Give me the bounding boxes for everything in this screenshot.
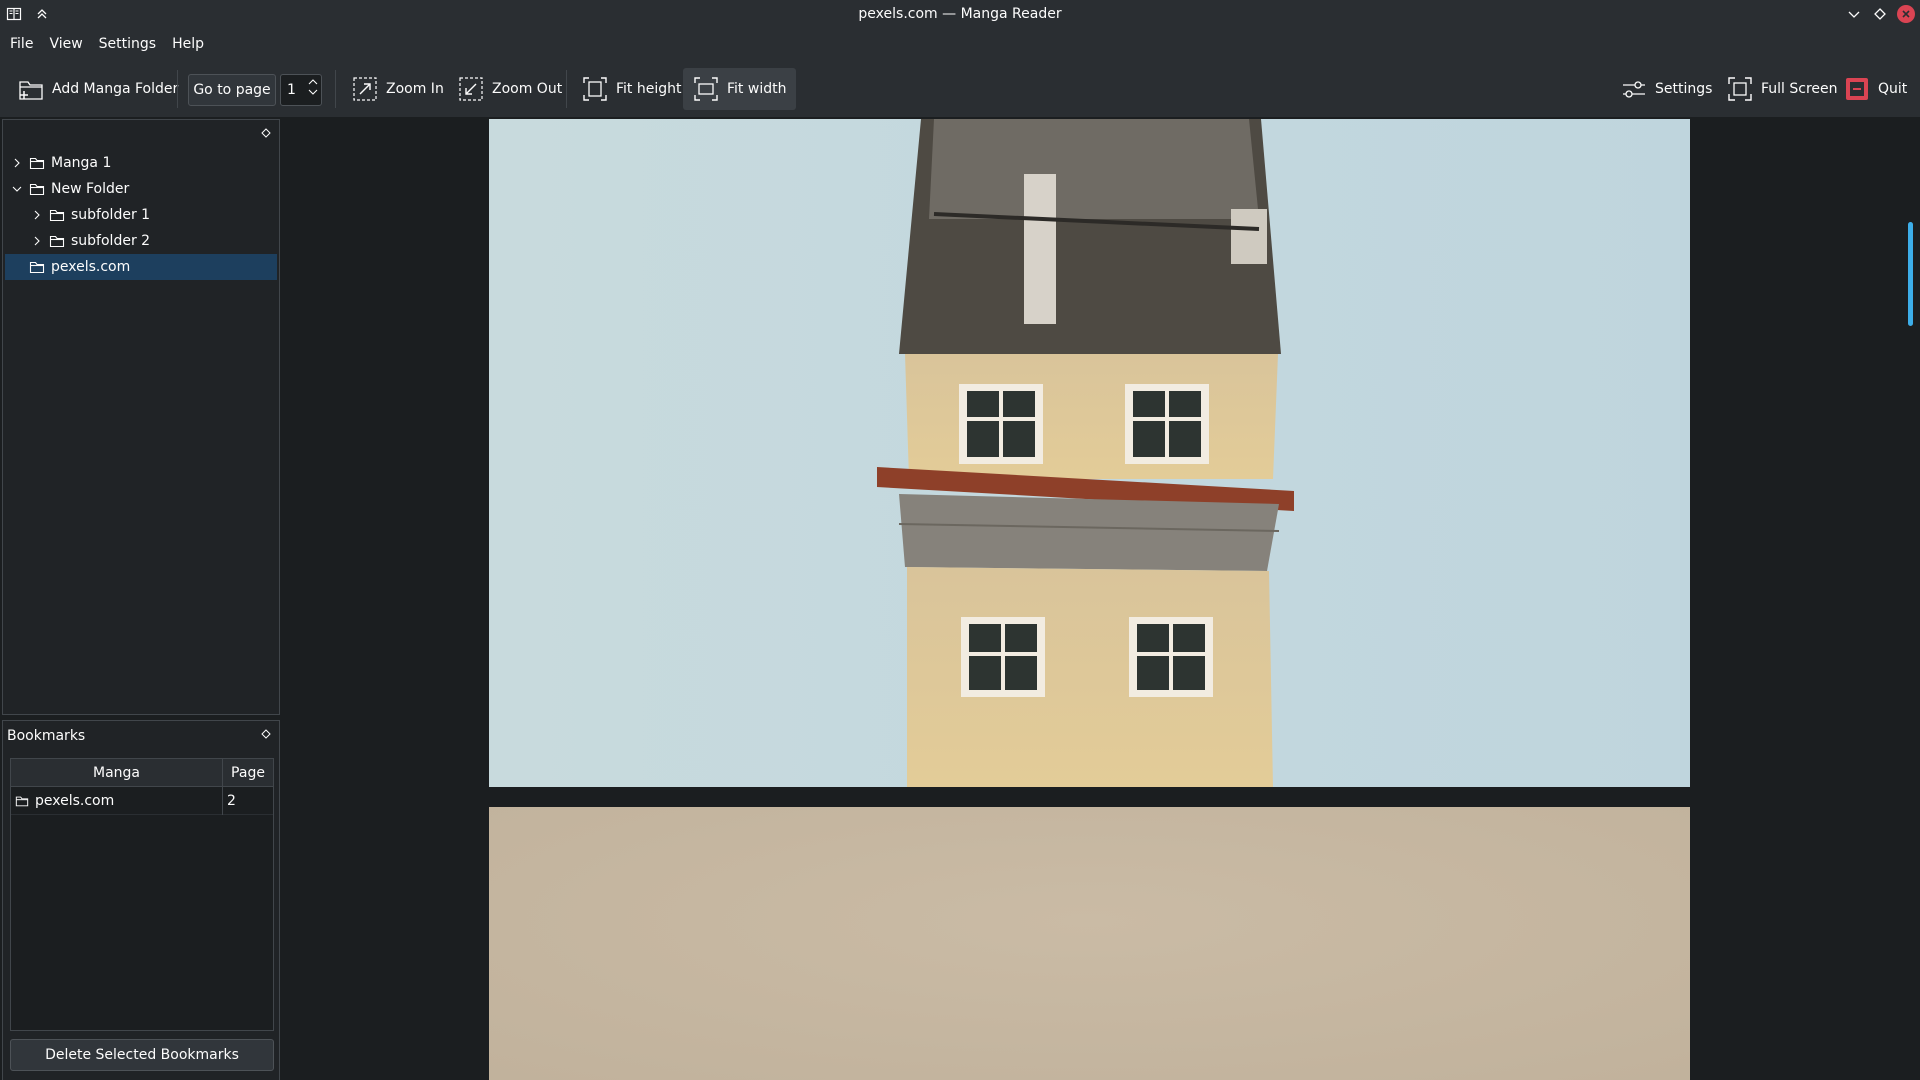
settings-button[interactable]: Settings xyxy=(1611,68,1722,110)
folder-icon xyxy=(29,155,45,171)
zoom-out-icon xyxy=(458,76,484,102)
tree-item-subfolder-1[interactable]: subfolder 1 xyxy=(5,202,277,228)
manga-page-viewer[interactable] xyxy=(283,119,1920,1080)
manga-page-image-2 xyxy=(489,807,1690,1080)
column-header-manga[interactable]: Manga xyxy=(11,759,223,786)
chevron-down-icon[interactable] xyxy=(9,181,25,197)
tree-item-label: subfolder 1 xyxy=(71,207,151,223)
fit-width-button[interactable]: Fit width xyxy=(683,68,797,110)
tree-item-subfolder-2[interactable]: subfolder 2 xyxy=(5,228,277,254)
chevron-right-icon[interactable] xyxy=(29,207,45,223)
bookmark-page-cell: 2 xyxy=(227,792,236,809)
fit-height-button[interactable]: Fit height xyxy=(572,68,692,110)
bookmark-manga-cell: pexels.com xyxy=(11,786,223,815)
toolbar-separator xyxy=(177,70,178,108)
menu-bar: File View Settings Help xyxy=(0,28,1920,60)
fit-height-label: Fit height xyxy=(616,81,682,97)
close-icon xyxy=(1897,5,1915,23)
tree-item-manga-1[interactable]: Manga 1 xyxy=(5,150,277,176)
close-button[interactable] xyxy=(1896,4,1916,24)
page-number-input[interactable] xyxy=(287,81,307,99)
fit-width-label: Fit width xyxy=(727,81,787,97)
folder-icon xyxy=(29,181,45,197)
add-manga-folder-button[interactable]: Add Manga Folder xyxy=(8,68,188,110)
add-folder-icon xyxy=(18,76,44,102)
vertical-scrollbar[interactable] xyxy=(1908,222,1913,326)
zoom-in-icon xyxy=(352,76,378,102)
folder-tree: Manga 1 New Folder subfolder 1 subfolder… xyxy=(5,150,277,280)
bookmarks-table: Manga Page pexels.com 2 xyxy=(10,758,274,1031)
tree-item-label: subfolder 2 xyxy=(71,233,151,249)
window-title: pexels.com — Manga Reader xyxy=(858,6,1062,22)
go-to-page-button[interactable]: Go to page xyxy=(188,74,276,106)
tree-item-label: pexels.com xyxy=(51,259,131,275)
folder-icon xyxy=(15,794,29,808)
page-spinbox[interactable] xyxy=(280,74,322,106)
zoom-in-label: Zoom In xyxy=(386,81,444,97)
folder-icon xyxy=(49,207,65,223)
column-header-page[interactable]: Page xyxy=(223,759,273,786)
tree-item-label: Manga 1 xyxy=(51,155,112,171)
bookmarks-table-header: Manga Page xyxy=(11,759,273,787)
full-screen-label: Full Screen xyxy=(1761,81,1838,97)
toolbar-separator xyxy=(566,70,567,108)
manga-page-image-1 xyxy=(489,119,1690,787)
quit-button[interactable]: Quit xyxy=(1834,68,1917,110)
folder-tree-panel: Manga 1 New Folder subfolder 1 subfolder… xyxy=(2,119,280,715)
settings-sliders-icon xyxy=(1621,76,1647,102)
toolbar-separator xyxy=(335,70,336,108)
maximize-diamond-icon[interactable] xyxy=(1870,4,1890,24)
tree-item-pexels-com[interactable]: pexels.com xyxy=(5,254,277,280)
float-panel-diamond-icon[interactable] xyxy=(261,128,271,138)
spin-up-icon[interactable] xyxy=(308,79,318,85)
zoom-in-button[interactable]: Zoom In xyxy=(342,68,454,110)
quit-icon xyxy=(1844,76,1870,102)
folder-icon xyxy=(29,259,45,275)
tree-item-label: New Folder xyxy=(51,181,130,197)
menu-file[interactable]: File xyxy=(2,28,41,60)
full-screen-icon xyxy=(1727,76,1753,102)
zoom-out-label: Zoom Out xyxy=(492,81,563,97)
bookmarks-panel: Bookmarks Manga Page pexels.com 2 Delete… xyxy=(2,720,280,1080)
folder-tree-panel-header xyxy=(3,120,279,148)
bookmark-manga-name: pexels.com xyxy=(35,792,115,809)
bookmarks-title: Bookmarks xyxy=(7,728,86,744)
minimize-chevron-down-icon[interactable] xyxy=(1844,4,1864,24)
chevron-right-icon[interactable] xyxy=(29,233,45,249)
title-bar: pexels.com — Manga Reader xyxy=(0,0,1920,28)
folder-icon xyxy=(49,233,65,249)
table-row[interactable]: pexels.com 2 xyxy=(11,786,273,815)
toolbar: Add Manga Folder Go to page Zoom In Zoom… xyxy=(0,60,1920,118)
zoom-out-button[interactable]: Zoom Out xyxy=(448,68,572,110)
float-panel-diamond-icon[interactable] xyxy=(261,729,271,739)
fit-height-icon xyxy=(582,76,608,102)
full-screen-button[interactable]: Full Screen xyxy=(1717,68,1848,110)
chevron-right-icon[interactable] xyxy=(9,155,25,171)
delete-selected-bookmarks-button[interactable]: Delete Selected Bookmarks xyxy=(10,1039,274,1071)
tree-item-new-folder[interactable]: New Folder xyxy=(5,176,277,202)
spin-down-icon[interactable] xyxy=(308,89,318,95)
menu-view[interactable]: View xyxy=(41,28,90,60)
add-manga-folder-label: Add Manga Folder xyxy=(52,81,179,97)
menu-settings[interactable]: Settings xyxy=(91,28,164,60)
quit-label: Quit xyxy=(1878,81,1908,97)
fit-width-icon xyxy=(693,76,719,102)
settings-label: Settings xyxy=(1655,81,1713,97)
menu-help[interactable]: Help xyxy=(164,28,212,60)
